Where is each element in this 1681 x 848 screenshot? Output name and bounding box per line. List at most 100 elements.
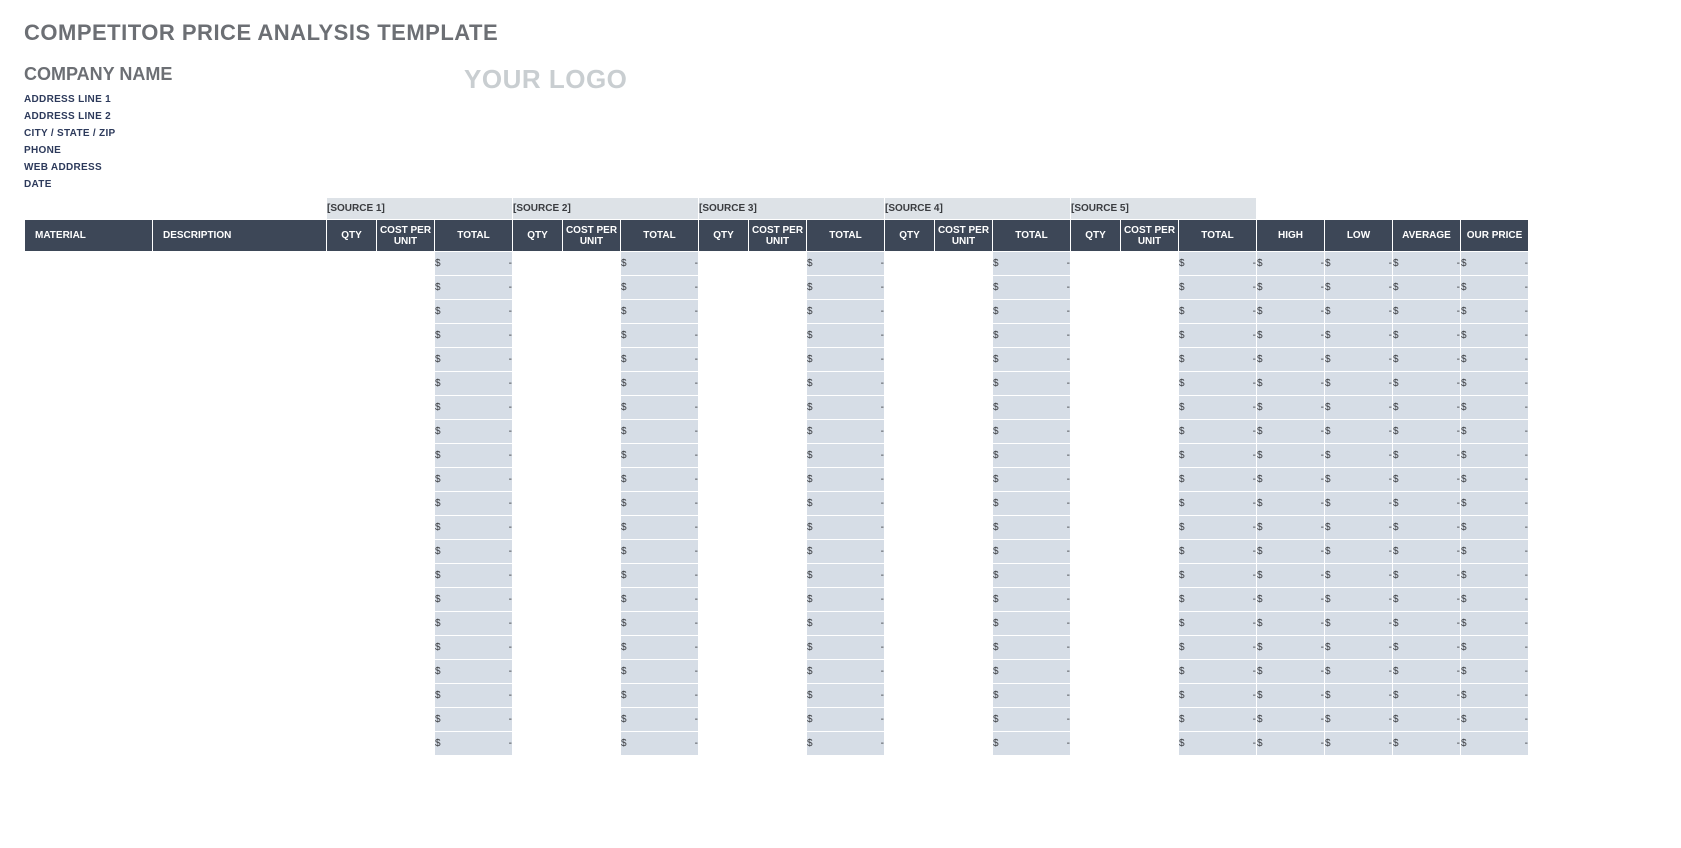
cell-average[interactable]: $- <box>1393 468 1461 492</box>
cell-qty[interactable] <box>513 636 563 660</box>
cell-cpu[interactable] <box>749 660 807 684</box>
cell-qty[interactable] <box>1071 612 1121 636</box>
cell-qty[interactable] <box>513 732 563 756</box>
cell-cpu[interactable] <box>935 252 993 276</box>
cell-qty[interactable] <box>1071 540 1121 564</box>
cell-total[interactable]: $- <box>621 348 699 372</box>
cell-total[interactable]: $- <box>993 732 1071 756</box>
cell-low[interactable]: $- <box>1325 348 1393 372</box>
cell-cpu[interactable] <box>563 324 621 348</box>
cell-total[interactable]: $- <box>993 324 1071 348</box>
phone[interactable]: PHONE <box>24 142 464 159</box>
cell-total[interactable]: $- <box>621 372 699 396</box>
cell-cpu[interactable] <box>377 420 435 444</box>
cell-material[interactable] <box>25 252 153 276</box>
cell-cpu[interactable] <box>1121 540 1179 564</box>
cell-qty[interactable] <box>327 252 377 276</box>
cell-cpu[interactable] <box>377 516 435 540</box>
cell-total[interactable]: $- <box>807 300 885 324</box>
cell-our-price[interactable]: $- <box>1461 564 1529 588</box>
cell-total[interactable]: $- <box>1179 372 1257 396</box>
cell-qty[interactable] <box>885 396 935 420</box>
source-4-header[interactable]: [SOURCE 4] <box>885 198 1071 220</box>
cell-total[interactable]: $- <box>435 684 513 708</box>
cell-qty[interactable] <box>699 396 749 420</box>
cell-average[interactable]: $- <box>1393 348 1461 372</box>
cell-cpu[interactable] <box>377 468 435 492</box>
cell-low[interactable]: $- <box>1325 588 1393 612</box>
cell-qty[interactable] <box>327 348 377 372</box>
cell-qty[interactable] <box>513 660 563 684</box>
cell-cpu[interactable] <box>377 588 435 612</box>
cell-qty[interactable] <box>1071 276 1121 300</box>
cell-cpu[interactable] <box>563 348 621 372</box>
cell-total[interactable]: $- <box>993 252 1071 276</box>
cell-total[interactable]: $- <box>435 588 513 612</box>
cell-description[interactable] <box>153 732 327 756</box>
cell-low[interactable]: $- <box>1325 660 1393 684</box>
cell-qty[interactable] <box>513 348 563 372</box>
cell-qty[interactable] <box>327 300 377 324</box>
cell-cpu[interactable] <box>377 252 435 276</box>
cell-our-price[interactable]: $- <box>1461 516 1529 540</box>
cell-qty[interactable] <box>699 684 749 708</box>
cell-qty[interactable] <box>1071 468 1121 492</box>
cell-total[interactable]: $- <box>993 516 1071 540</box>
cell-qty[interactable] <box>327 516 377 540</box>
cell-high[interactable]: $- <box>1257 324 1325 348</box>
cell-total[interactable]: $- <box>993 300 1071 324</box>
cell-total[interactable]: $- <box>807 708 885 732</box>
cell-qty[interactable] <box>1071 420 1121 444</box>
date[interactable]: DATE <box>24 176 464 193</box>
cell-description[interactable] <box>153 300 327 324</box>
cell-total[interactable]: $- <box>807 612 885 636</box>
cell-qty[interactable] <box>327 540 377 564</box>
cell-qty[interactable] <box>699 588 749 612</box>
cell-description[interactable] <box>153 492 327 516</box>
cell-qty[interactable] <box>327 660 377 684</box>
cell-qty[interactable] <box>885 732 935 756</box>
cell-qty[interactable] <box>885 300 935 324</box>
cell-cpu[interactable] <box>749 324 807 348</box>
cell-low[interactable]: $- <box>1325 564 1393 588</box>
cell-total[interactable]: $- <box>621 468 699 492</box>
cell-total[interactable]: $- <box>1179 588 1257 612</box>
cell-material[interactable] <box>25 396 153 420</box>
city-state-zip[interactable]: CITY / STATE / ZIP <box>24 125 464 142</box>
cell-total[interactable]: $- <box>1179 324 1257 348</box>
cell-cpu[interactable] <box>377 396 435 420</box>
cell-cpu[interactable] <box>749 276 807 300</box>
cell-average[interactable]: $- <box>1393 396 1461 420</box>
cell-qty[interactable] <box>327 324 377 348</box>
cell-total[interactable]: $- <box>993 588 1071 612</box>
cell-qty[interactable] <box>885 492 935 516</box>
cell-total[interactable]: $- <box>807 348 885 372</box>
cell-cpu[interactable] <box>563 708 621 732</box>
cell-total[interactable]: $- <box>621 444 699 468</box>
cell-cpu[interactable] <box>377 372 435 396</box>
cell-total[interactable]: $- <box>1179 516 1257 540</box>
web-address[interactable]: WEB ADDRESS <box>24 159 464 176</box>
cell-total[interactable]: $- <box>807 252 885 276</box>
cell-high[interactable]: $- <box>1257 636 1325 660</box>
company-name[interactable]: COMPANY NAME <box>24 64 464 85</box>
cell-high[interactable]: $- <box>1257 708 1325 732</box>
cell-cpu[interactable] <box>935 396 993 420</box>
cell-total[interactable]: $- <box>993 660 1071 684</box>
cell-our-price[interactable]: $- <box>1461 660 1529 684</box>
cell-cpu[interactable] <box>749 444 807 468</box>
cell-total[interactable]: $- <box>621 420 699 444</box>
cell-cpu[interactable] <box>377 684 435 708</box>
cell-total[interactable]: $- <box>807 324 885 348</box>
cell-qty[interactable] <box>1071 732 1121 756</box>
cell-total[interactable]: $- <box>993 492 1071 516</box>
source-5-header[interactable]: [SOURCE 5] <box>1071 198 1257 220</box>
cell-cpu[interactable] <box>377 300 435 324</box>
cell-cpu[interactable] <box>563 492 621 516</box>
cell-qty[interactable] <box>1071 444 1121 468</box>
cell-cpu[interactable] <box>749 396 807 420</box>
cell-cpu[interactable] <box>563 300 621 324</box>
cell-cpu[interactable] <box>377 444 435 468</box>
cell-total[interactable]: $- <box>993 612 1071 636</box>
cell-qty[interactable] <box>1071 684 1121 708</box>
